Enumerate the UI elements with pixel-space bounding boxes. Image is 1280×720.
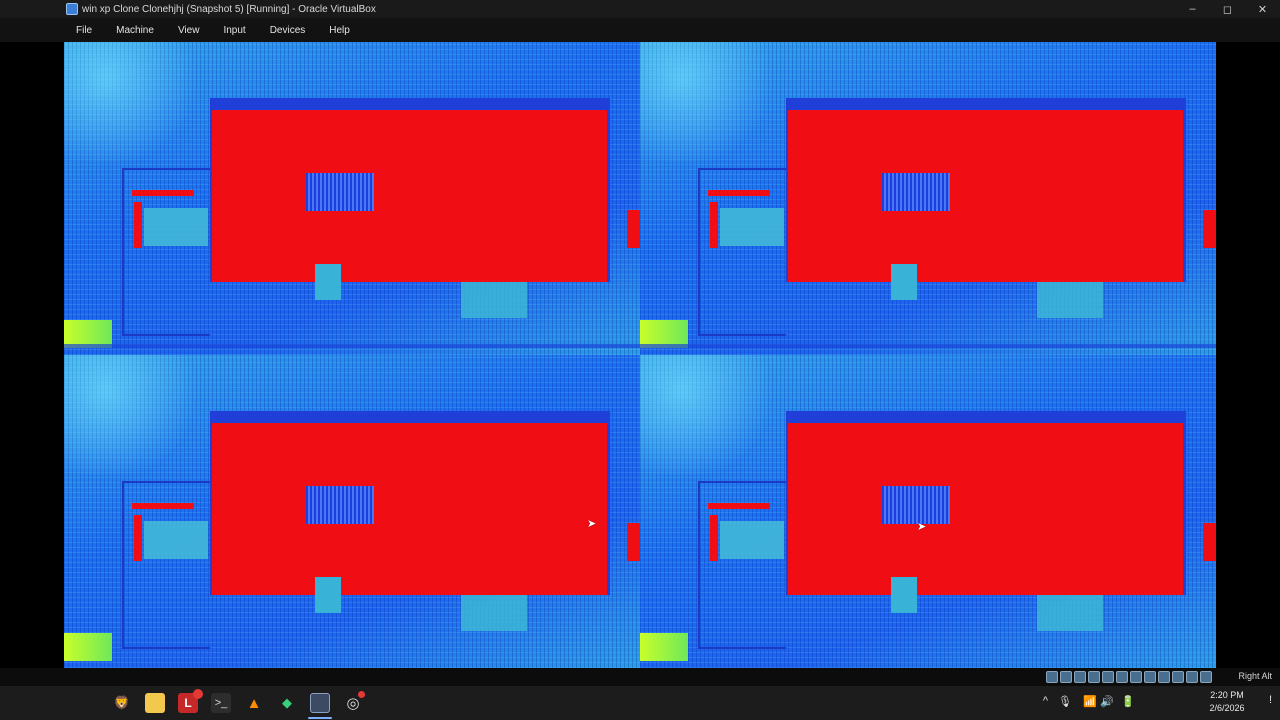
- menu-help[interactable]: Help: [329, 25, 350, 36]
- right-red-block: [1203, 210, 1216, 248]
- red-panel: [212, 423, 607, 595]
- vscode-icon[interactable]: ◆: [277, 693, 297, 713]
- menu-machine[interactable]: Machine: [116, 25, 154, 36]
- side-red-column: [710, 515, 718, 561]
- grid-box: [882, 173, 950, 211]
- virtualbox-icon[interactable]: [310, 693, 330, 713]
- menu-input[interactable]: Input: [223, 25, 245, 36]
- side-red-column: [710, 202, 718, 248]
- capture-icon[interactable]: [1172, 671, 1184, 683]
- patch-block: [1037, 595, 1103, 631]
- brave-browser-icon[interactable]: 🦁: [112, 693, 132, 713]
- right-red-block: [627, 523, 640, 561]
- patch-block: [461, 282, 527, 318]
- tab-block: [315, 577, 341, 613]
- file-explorer-icon[interactable]: [145, 693, 165, 713]
- side-box: [144, 208, 208, 246]
- side-box: [144, 521, 208, 559]
- host-key-label: Right Alt: [1238, 671, 1272, 681]
- green-block: [64, 633, 112, 661]
- tab-block: [891, 264, 917, 300]
- side-red-bar: [708, 190, 770, 196]
- window-title-bar[interactable]: win xp Clone Clonehjhj (Snapshot 5) [Run…: [0, 0, 1280, 18]
- vm-display-quadrant: [640, 42, 1216, 355]
- volume-icon[interactable]: 🔊: [1100, 695, 1114, 708]
- side-red-bar: [132, 503, 194, 509]
- glow-region: [64, 42, 204, 162]
- audio-icon[interactable]: [1074, 671, 1086, 683]
- tab-block: [891, 577, 917, 613]
- patch-block: [1037, 282, 1103, 318]
- vm-display-quadrant: ➤: [64, 355, 640, 668]
- menu-bar: File Machine View Input Devices Help: [0, 18, 1280, 42]
- side-red-column: [134, 515, 142, 561]
- patch-block: [461, 595, 527, 631]
- glow-region: [640, 355, 780, 475]
- hard-disk-icon[interactable]: [1046, 671, 1058, 683]
- clock-time: 2:20 PM: [1210, 690, 1244, 700]
- glow-region: [640, 42, 780, 162]
- usb-icon[interactable]: [1102, 671, 1114, 683]
- menu-devices[interactable]: Devices: [270, 25, 306, 36]
- pencil-icon[interactable]: [1158, 671, 1170, 683]
- windows-taskbar: 🦁 L >_ ▲ ◆ ◎ ^ 🎙 📶 🔊 🔋 2:20 PM 2/6/2026 …: [0, 686, 1280, 720]
- obs-icon[interactable]: ◎: [343, 691, 365, 713]
- network-icon[interactable]: [1088, 671, 1100, 683]
- wifi-icon[interactable]: 📶: [1083, 695, 1097, 708]
- menu-file[interactable]: File: [76, 25, 92, 36]
- vm-display[interactable]: ➤ ➤: [64, 42, 1216, 668]
- microphone-icon[interactable]: 🎙: [1058, 695, 1072, 708]
- recording-icon[interactable]: [1144, 671, 1156, 683]
- maximize-button[interactable]: ◻: [1210, 0, 1245, 18]
- active-app-indicator: [308, 717, 332, 719]
- right-red-block: [627, 210, 640, 248]
- vlc-icon[interactable]: ▲: [244, 693, 264, 713]
- right-red-block: [1203, 523, 1216, 561]
- start-icon[interactable]: [78, 693, 98, 713]
- shared-folders-icon[interactable]: [1116, 671, 1128, 683]
- minimize-button[interactable]: –: [1175, 0, 1210, 18]
- green-block: [640, 633, 688, 661]
- glow-region: [64, 355, 204, 475]
- libreoffice-icon[interactable]: L: [178, 689, 203, 713]
- clock[interactable]: 2:20 PM 2/6/2026: [1203, 689, 1251, 715]
- optical-drive-icon[interactable]: [1060, 671, 1072, 683]
- clock-date: 2/6/2026: [1209, 703, 1245, 713]
- vm-display-quadrant: [64, 42, 640, 355]
- notification-icon[interactable]: !: [1269, 694, 1272, 706]
- red-panel: [788, 423, 1183, 595]
- keyboard-icon[interactable]: [1200, 671, 1212, 683]
- vm-status-bar: Right Alt: [0, 668, 1280, 686]
- tab-block: [315, 264, 341, 300]
- mouse-cursor-icon: ➤: [917, 521, 927, 533]
- mouse-cursor-icon: ➤: [587, 518, 597, 530]
- battery-icon[interactable]: 🔋: [1121, 695, 1135, 708]
- red-panel: [212, 110, 607, 282]
- display-icon[interactable]: [1130, 671, 1142, 683]
- lapp-letter: L: [184, 696, 192, 710]
- horizontal-band: [64, 344, 640, 348]
- grid-box: [882, 486, 950, 524]
- menu-view[interactable]: View: [178, 25, 200, 36]
- grid-box: [306, 486, 374, 524]
- side-red-column: [134, 202, 142, 248]
- terminal-icon[interactable]: >_: [211, 693, 231, 713]
- horizontal-band: [640, 344, 1216, 348]
- close-button[interactable]: ✕: [1245, 0, 1280, 18]
- side-red-bar: [708, 503, 770, 509]
- mouse-integration-icon[interactable]: [1186, 671, 1198, 683]
- recording-dot: [358, 691, 365, 698]
- notification-badge: [193, 689, 203, 699]
- status-icons: [1046, 671, 1212, 683]
- red-panel: [788, 110, 1183, 282]
- side-box: [720, 208, 784, 246]
- vm-display-quadrant: ➤: [640, 355, 1216, 668]
- virtualbox-app-icon: [66, 3, 78, 15]
- side-red-bar: [132, 190, 194, 196]
- grid-box: [306, 173, 374, 211]
- window-title: win xp Clone Clonehjhj (Snapshot 5) [Run…: [82, 3, 376, 15]
- side-box: [720, 521, 784, 559]
- tray-chevron-icon[interactable]: ^: [1043, 695, 1048, 707]
- window-controls: – ◻ ✕: [1175, 0, 1280, 18]
